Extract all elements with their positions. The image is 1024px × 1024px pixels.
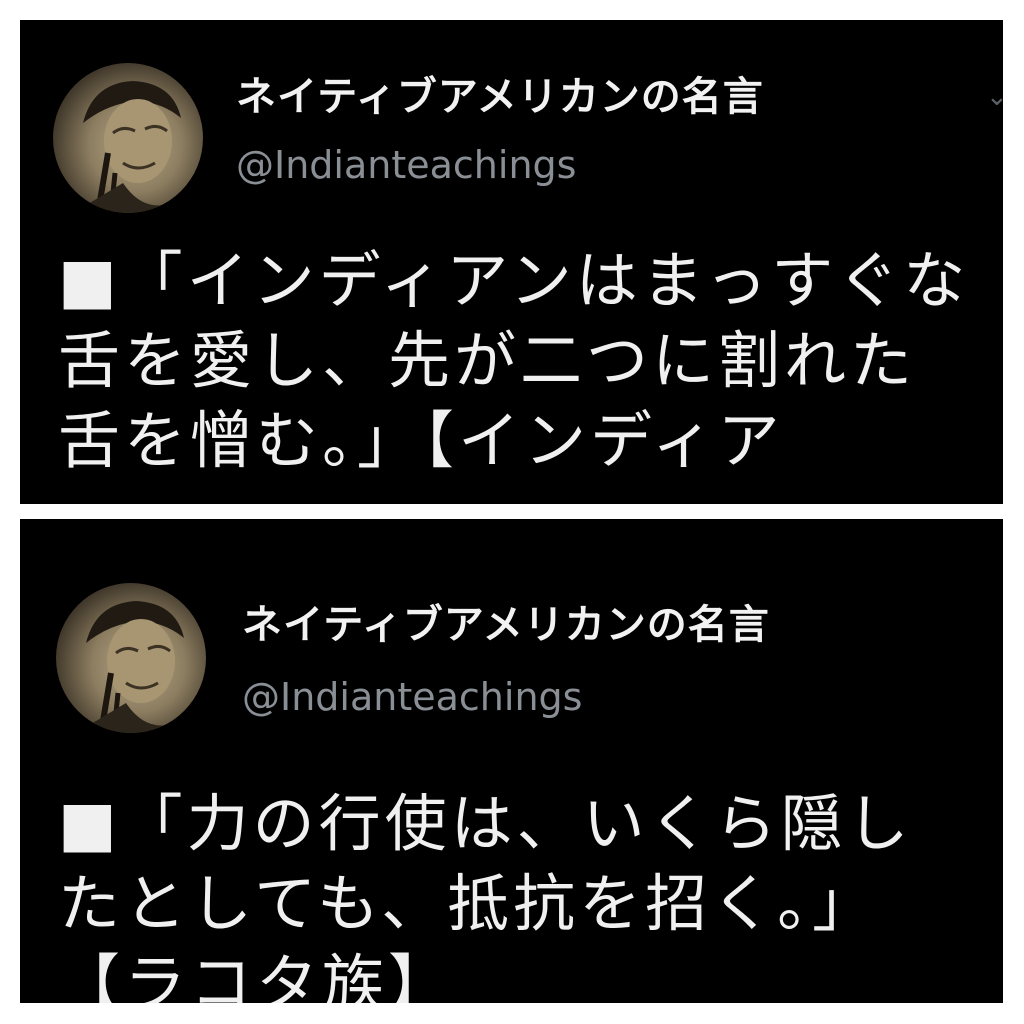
account-handle[interactable]: @Indianteachings [236, 142, 576, 188]
tweet-screenshot-top: ネイティブアメリカンの名言 @Indianteachings ⌄ ■「インディア… [20, 20, 1003, 504]
account-handle[interactable]: @Indianteachings [242, 674, 582, 720]
display-name[interactable]: ネイティブアメリカンの名言 [236, 73, 764, 121]
profile-avatar[interactable] [53, 63, 203, 213]
display-name[interactable]: ネイティブアメリカンの名言 [242, 601, 770, 649]
chevron-down-icon[interactable]: ⌄ [986, 84, 1003, 110]
elder-portrait-icon [73, 81, 203, 213]
tweet-text: ■「インディアンはまっすぐな舌を愛し、先が二つに割れた舌を憎む。」【インディア [58, 244, 970, 477]
tweet-text: ■「力の行使は、いくら隠したとしても、抵抗を招く。」【ラコタ族】 [58, 787, 913, 1003]
profile-avatar[interactable] [56, 583, 206, 733]
elder-portrait-icon [76, 601, 206, 733]
tweet-screenshot-bottom: ネイティブアメリカンの名言 @Indianteachings ■「力の行使は、い… [20, 519, 1003, 1003]
